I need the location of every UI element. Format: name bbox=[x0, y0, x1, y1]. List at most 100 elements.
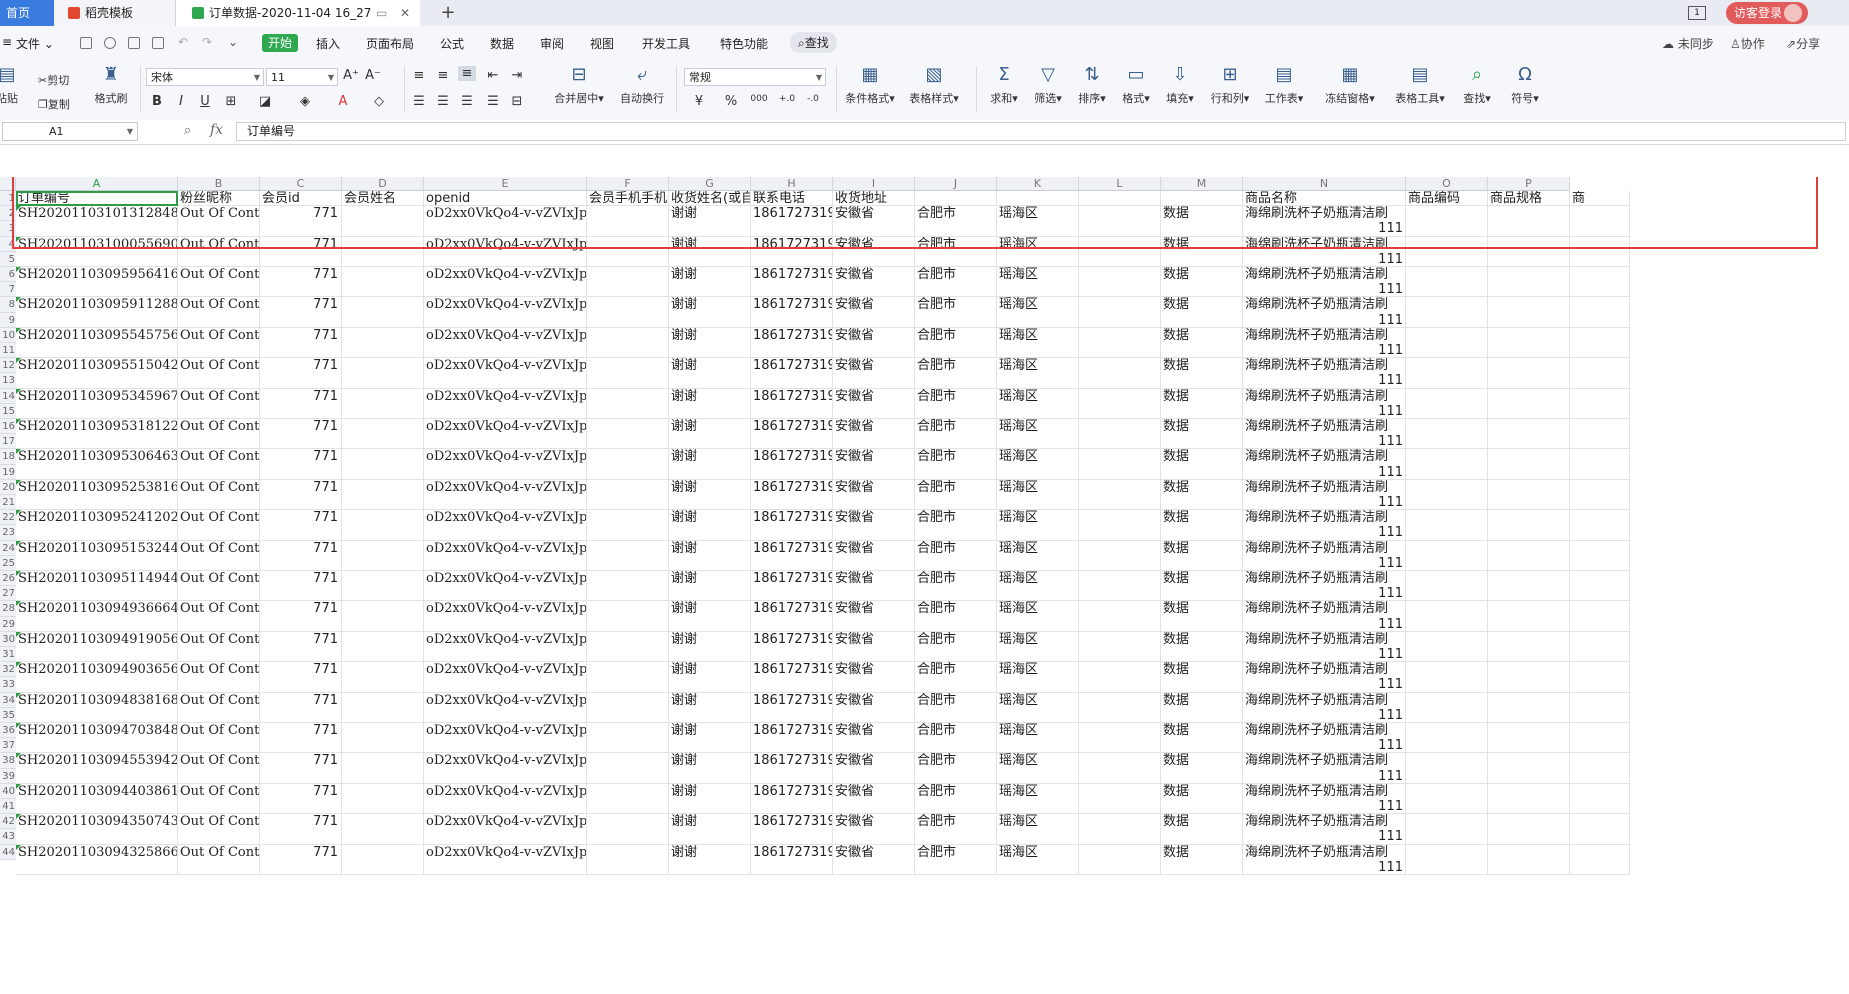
table-cell-m[interactable]: 数据 bbox=[1161, 723, 1243, 754]
table-cell-d[interactable] bbox=[342, 540, 424, 571]
table-cell-j[interactable]: 合肥市 bbox=[915, 844, 997, 875]
table-cell-k[interactable]: 瑶海区 bbox=[997, 267, 1079, 298]
row-header[interactable]: 9 bbox=[0, 312, 16, 328]
table-cell-g[interactable]: 谢谢 bbox=[669, 358, 751, 389]
table-cell-p[interactable] bbox=[1488, 631, 1570, 663]
table-cell-a[interactable]: SH202011030953181225232 bbox=[16, 419, 178, 450]
menu-formula[interactable]: 公式 bbox=[440, 35, 464, 52]
table-cell-g[interactable]: 谢谢 bbox=[669, 327, 751, 359]
undo-icon[interactable]: ↶ bbox=[178, 35, 188, 49]
table-cell-d[interactable] bbox=[342, 783, 424, 815]
table-cell-d[interactable] bbox=[342, 449, 424, 480]
table-cell-o[interactable] bbox=[1406, 388, 1488, 419]
table-cell-f[interactable] bbox=[587, 571, 669, 602]
table-cell-h[interactable]: 18617273191 bbox=[751, 327, 833, 359]
table-cell-b[interactable]: Out Of Control bbox=[178, 449, 260, 480]
table-cell-m[interactable]: 数据 bbox=[1161, 327, 1243, 359]
table-cell-j[interactable]: 合肥市 bbox=[915, 692, 997, 723]
table-cell-m[interactable]: 数据 bbox=[1161, 479, 1243, 511]
table-cell-i[interactable]: 安徽省 bbox=[833, 783, 915, 815]
align-right-icon[interactable]: ☰ bbox=[458, 94, 476, 109]
table-cell-j[interactable]: 合肥市 bbox=[915, 327, 997, 359]
table-cell-k[interactable]: 瑶海区 bbox=[997, 723, 1079, 754]
table-cell-l[interactable] bbox=[1079, 449, 1161, 480]
row-header[interactable]: 17 bbox=[0, 434, 16, 450]
align-middle-icon[interactable]: ≡ bbox=[434, 68, 452, 83]
table-cell-q[interactable] bbox=[1570, 844, 1630, 875]
table-cell-k[interactable]: 瑶海区 bbox=[997, 510, 1079, 541]
table-cell-p[interactable] bbox=[1488, 449, 1570, 480]
table-cell-e[interactable]: oD2xx0VkQo4-v-vZVIxJpvPbCSdU bbox=[424, 419, 587, 450]
table-cell-a[interactable]: SH202011030947038481302 bbox=[16, 723, 178, 754]
table-cell-j[interactable]: 合肥市 bbox=[915, 358, 997, 389]
table-cell-h[interactable]: 18617273191 bbox=[751, 571, 833, 602]
table-cell-f[interactable] bbox=[587, 327, 669, 359]
row-header[interactable]: 20 bbox=[0, 479, 16, 495]
table-cell-g[interactable]: 谢谢 bbox=[669, 601, 751, 632]
table-cell-b[interactable]: Out Of Control bbox=[178, 327, 260, 359]
tab-template[interactable]: 稻壳模板 bbox=[54, 0, 176, 26]
close-tab-icon[interactable]: ✕ bbox=[400, 0, 410, 26]
redo-icon[interactable]: ↷ bbox=[202, 35, 212, 49]
menu-special[interactable]: 特色功能 bbox=[720, 35, 768, 52]
row-header[interactable]: 6 bbox=[0, 267, 16, 283]
table-cell-l[interactable] bbox=[1079, 540, 1161, 571]
distribute-icon[interactable]: ⊟ bbox=[508, 94, 526, 109]
table-cell-d[interactable] bbox=[342, 479, 424, 511]
table-cell-j[interactable]: 合肥市 bbox=[915, 510, 997, 541]
table-cell-o[interactable] bbox=[1406, 327, 1488, 359]
table-cell-e[interactable]: oD2xx0VkQo4-v-vZVIxJpvPbCSdU bbox=[424, 783, 587, 815]
table-cell-i[interactable]: 安徽省 bbox=[833, 601, 915, 632]
table-cell-l[interactable] bbox=[1079, 783, 1161, 815]
table-cell-k[interactable]: 瑶海区 bbox=[997, 814, 1079, 845]
table-cell-k[interactable]: 瑶海区 bbox=[997, 388, 1079, 419]
table-cell-o[interactable] bbox=[1406, 814, 1488, 845]
table-cell-e[interactable]: oD2xx0VkQo4-v-vZVIxJpvPbCSdU bbox=[424, 631, 587, 663]
table-cell-c[interactable]: 771 bbox=[260, 327, 342, 359]
table-cell-q[interactable] bbox=[1570, 723, 1630, 754]
table-cell-e[interactable]: oD2xx0VkQo4-v-vZVIxJpvPbCSdU bbox=[424, 540, 587, 571]
table-cell-c[interactable]: 771 bbox=[260, 601, 342, 632]
new-tab-icon[interactable]: + bbox=[438, 0, 458, 26]
table-cell-h[interactable]: 18617273191 bbox=[751, 540, 833, 571]
table-cell-d[interactable] bbox=[342, 662, 424, 693]
table-cell-h[interactable]: 18617273191 bbox=[751, 358, 833, 389]
table-cell-p[interactable] bbox=[1488, 783, 1570, 815]
table-cell-o[interactable] bbox=[1406, 540, 1488, 571]
table-cell-i[interactable]: 安徽省 bbox=[833, 571, 915, 602]
table-cell-k[interactable]: 瑶海区 bbox=[997, 753, 1079, 784]
table-cell-l[interactable] bbox=[1079, 510, 1161, 541]
row-header[interactable]: 19 bbox=[0, 464, 16, 480]
table-cell-j[interactable]: 合肥市 bbox=[915, 601, 997, 632]
print-preview-icon[interactable] bbox=[152, 37, 164, 49]
table-cell-c[interactable]: 771 bbox=[260, 631, 342, 663]
table-cell-h[interactable]: 18617273191 bbox=[751, 692, 833, 723]
table-cell-p[interactable] bbox=[1488, 510, 1570, 541]
table-cell-g[interactable]: 谢谢 bbox=[669, 388, 751, 419]
table-cell-b[interactable]: Out Of Control bbox=[178, 783, 260, 815]
decrease-font-icon[interactable]: A⁻ bbox=[364, 68, 382, 83]
table-cell-p[interactable] bbox=[1488, 388, 1570, 419]
table-cell-i[interactable]: 安徽省 bbox=[833, 479, 915, 511]
table-cell-i[interactable]: 安徽省 bbox=[833, 662, 915, 693]
row-header[interactable]: 33 bbox=[0, 677, 16, 693]
table-cell-m[interactable]: 数据 bbox=[1161, 388, 1243, 419]
table-cell-g[interactable]: 谢谢 bbox=[669, 297, 751, 328]
table-cell-p[interactable] bbox=[1488, 267, 1570, 298]
menu-view[interactable]: 视图 bbox=[590, 35, 614, 52]
table-cell-i[interactable]: 安徽省 bbox=[833, 388, 915, 419]
table-cell-a[interactable]: SH202011030955150427282 bbox=[16, 358, 178, 389]
table-cell-f[interactable] bbox=[587, 844, 669, 875]
row-header[interactable]: 16 bbox=[0, 419, 16, 435]
formula-input[interactable]: 订单编号 bbox=[236, 122, 1846, 141]
row-header[interactable]: 7 bbox=[0, 282, 16, 298]
row-header[interactable]: 36 bbox=[0, 723, 16, 739]
row-col-button[interactable]: ⊞ 行和列▾ bbox=[1204, 64, 1256, 106]
table-cell-g[interactable]: 谢谢 bbox=[669, 723, 751, 754]
table-cell-p[interactable] bbox=[1488, 753, 1570, 784]
table-cell-o[interactable] bbox=[1406, 571, 1488, 602]
border-icon[interactable]: ⊞ bbox=[222, 94, 240, 109]
bold-button[interactable]: B bbox=[148, 94, 166, 109]
table-cell-d[interactable] bbox=[342, 601, 424, 632]
table-cell-k[interactable]: 瑶海区 bbox=[997, 662, 1079, 693]
